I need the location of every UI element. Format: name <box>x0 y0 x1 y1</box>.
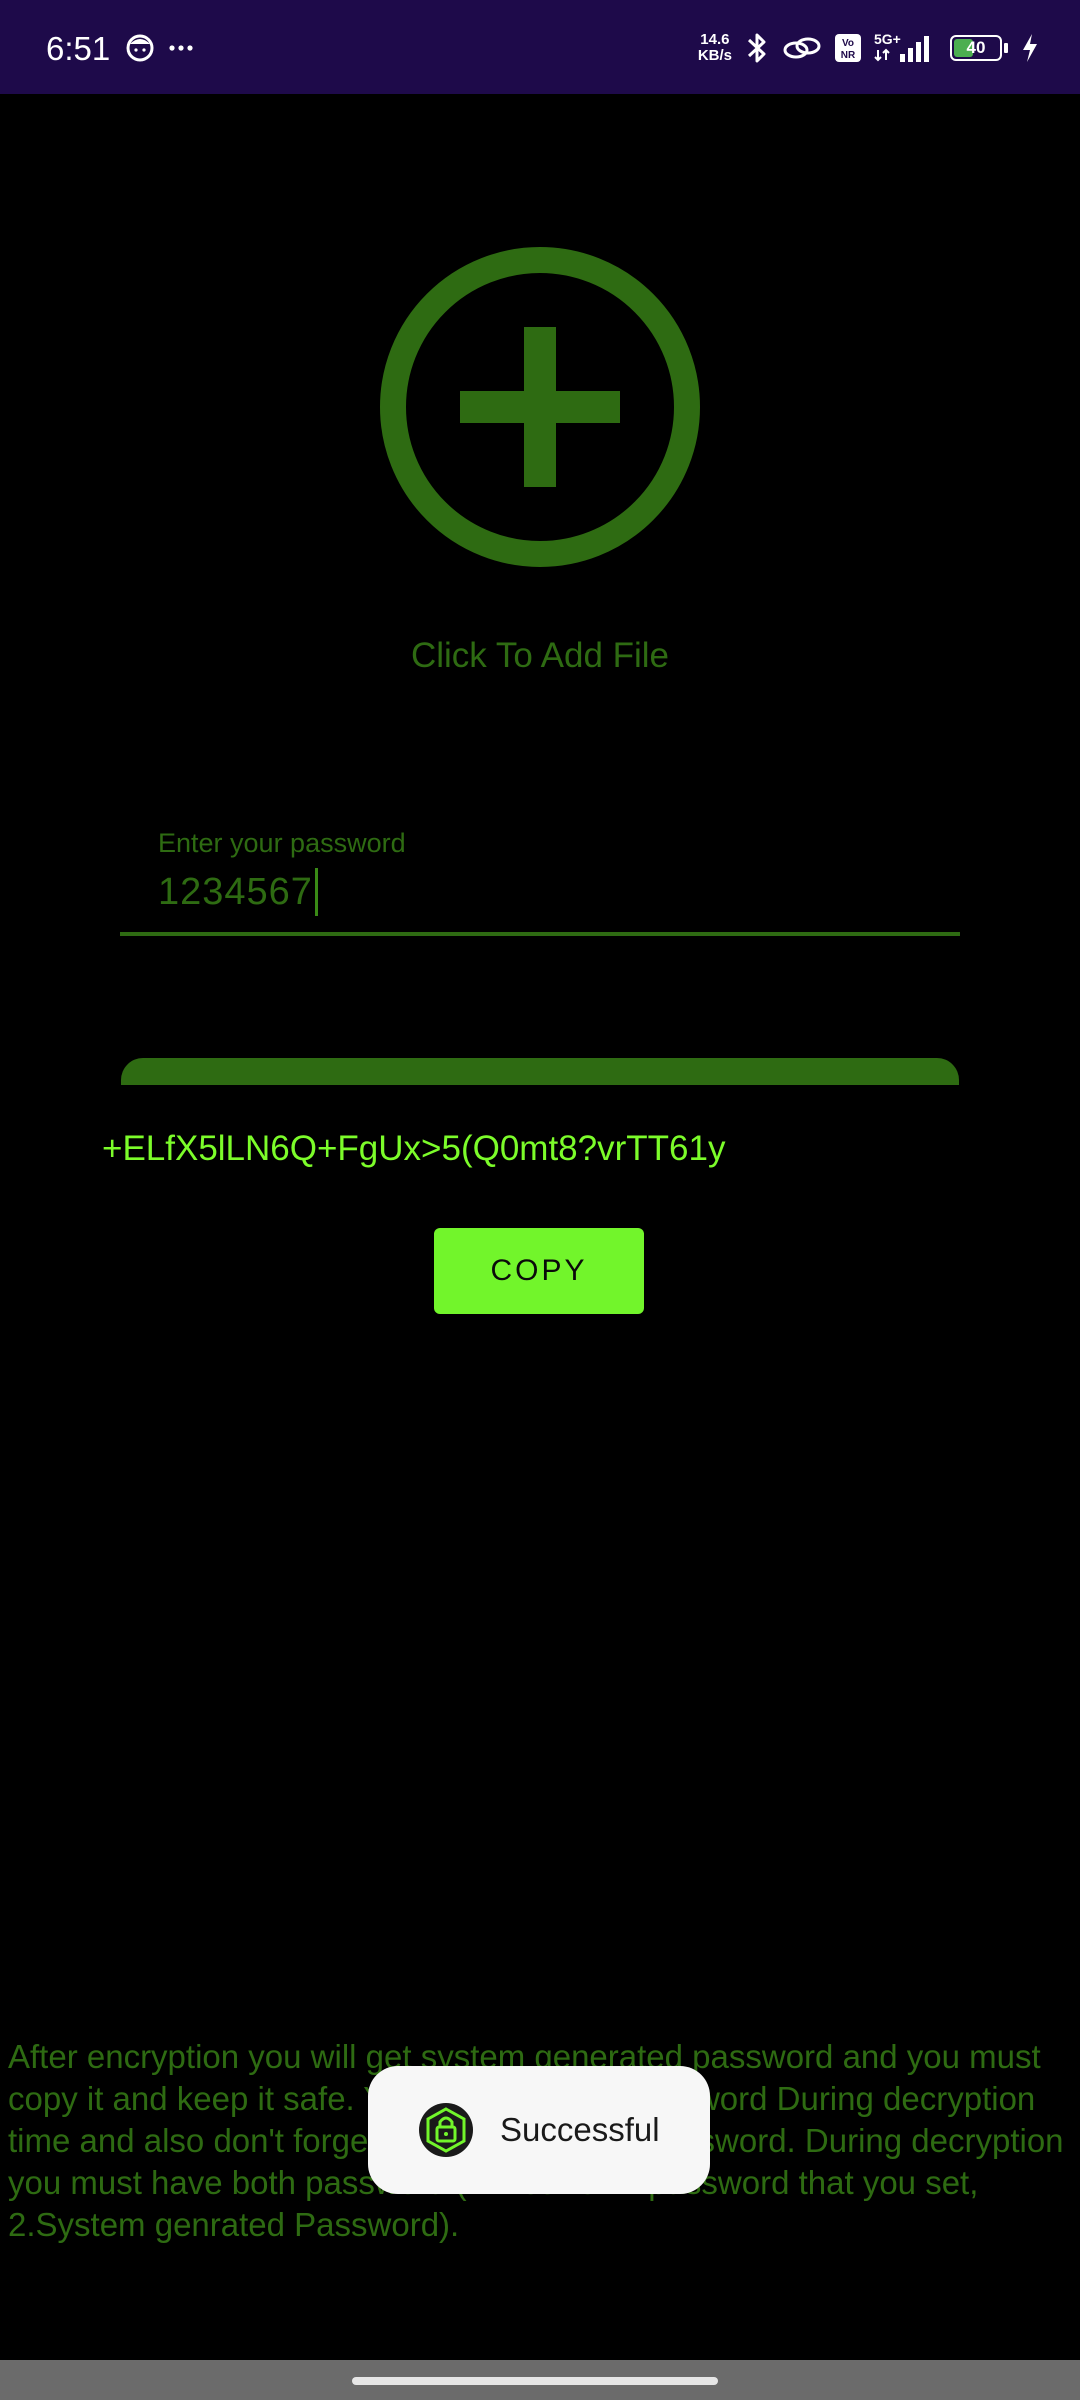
add-file-plus-icon[interactable] <box>378 245 702 569</box>
network-speed-unit: KB/s <box>697 47 732 64</box>
lock-icon <box>419 2103 473 2157</box>
password-value: 1234567 <box>158 870 313 913</box>
bluetooth-icon <box>747 33 766 63</box>
battery-cap <box>1004 43 1008 53</box>
link-icon <box>783 37 821 59</box>
battery-level-text: 40 <box>966 38 986 57</box>
text-cursor <box>314 868 318 916</box>
generated-password-dialog: +ELfX5lLN6Q+FgUx>5(Q0mt8?vrTT61y COPY <box>64 1085 1014 1367</box>
generated-password-text: +ELfX5lLN6Q+FgUx>5(Q0mt8?vrTT61y <box>102 1129 726 1168</box>
add-file-label[interactable]: Click To Add File <box>0 636 1080 676</box>
status-bar: 6:51 14.6 KB/s Vo NR 5G+ 40 <box>0 0 1080 94</box>
charging-bolt-icon <box>1023 34 1037 62</box>
copy-button[interactable]: COPY <box>434 1228 644 1314</box>
more-dots-icon <box>169 45 193 51</box>
app-screen: 6:51 14.6 KB/s Vo NR 5G+ 40 Click To Add… <box>0 0 1080 2400</box>
face-icon <box>126 34 154 62</box>
network-speed-value: 14.6 <box>700 31 730 48</box>
navigation-bar <box>0 2360 1080 2400</box>
password-underline <box>120 932 960 936</box>
svg-text:Vo: Vo <box>842 38 854 49</box>
password-input[interactable]: 1234567 <box>158 868 318 916</box>
toast-text: Successful <box>500 2111 660 2148</box>
5g-signal-icon: 5G+ <box>874 31 929 62</box>
password-label: Enter your password <box>158 828 406 858</box>
svg-text:5G+: 5G+ <box>874 31 901 47</box>
home-indicator[interactable] <box>352 2377 718 2385</box>
password-field[interactable]: Enter your password 1234567 <box>120 820 960 936</box>
battery-icon: 40 <box>950 35 1002 61</box>
status-right-icons: 14.6 KB/s Vo NR 5G+ 40 <box>698 22 1040 74</box>
status-time: 6:51 <box>46 30 111 67</box>
network-speed: 14.6 KB/s <box>698 32 732 64</box>
success-toast: Successful <box>368 2066 710 2194</box>
volte-icon: Vo NR <box>835 34 861 62</box>
status-left-icons <box>126 34 193 62</box>
svg-text:NR: NR <box>841 50 856 61</box>
